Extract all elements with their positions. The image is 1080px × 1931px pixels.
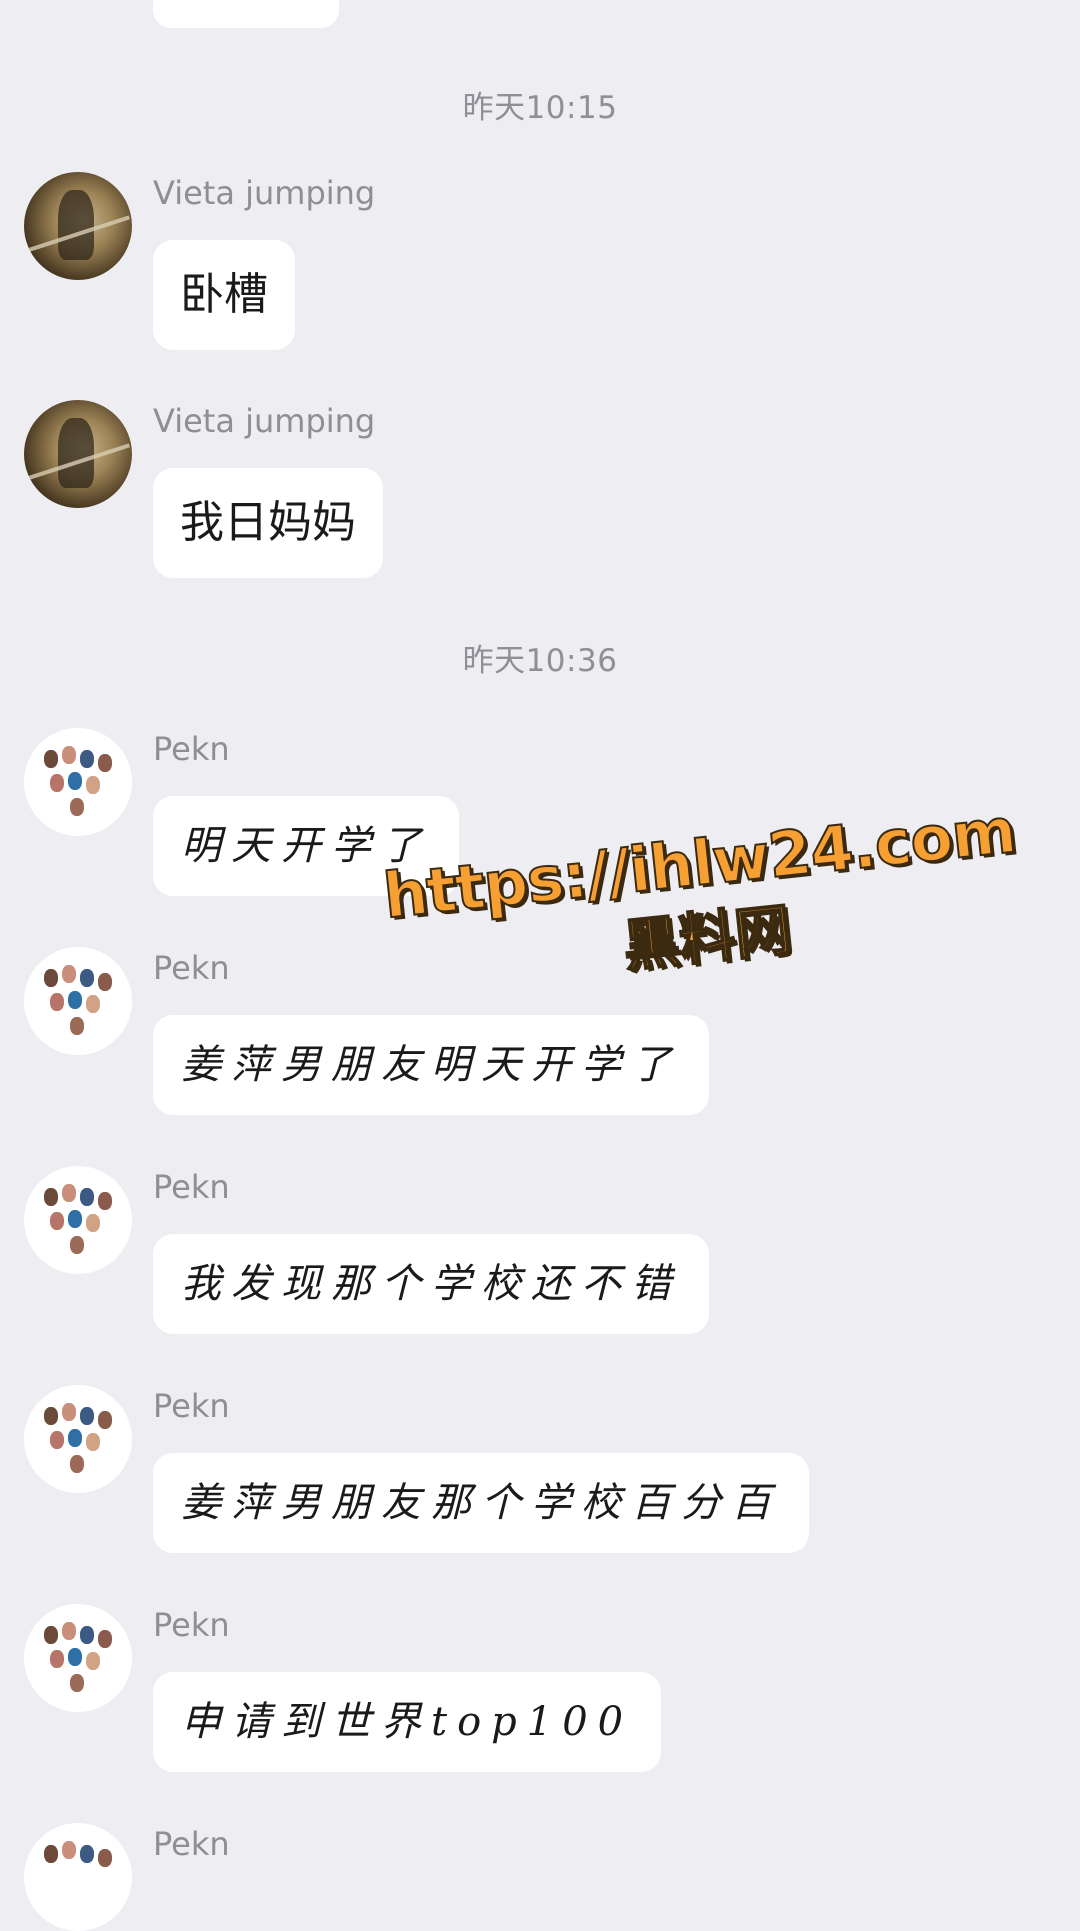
sender-name: Vieta jumping — [153, 402, 376, 440]
avatar[interactable] — [24, 400, 132, 508]
sender-name: Pekn — [153, 949, 230, 987]
sender-name: Pekn — [153, 1825, 230, 1863]
message-bubble[interactable]: 申请到世界top100 — [153, 1672, 662, 1772]
previous-message-bubble[interactable] — [153, 0, 339, 28]
sender-name: Pekn — [153, 730, 230, 768]
avatar[interactable] — [24, 1385, 132, 1493]
message-bubble[interactable]: 卧槽 — [153, 240, 295, 350]
avatar[interactable] — [24, 172, 132, 280]
watermark-url: https://ihlw24.com — [379, 793, 1020, 934]
chat-history[interactable]: 昨天10:15 Vieta jumping 卧槽 Vieta jumping 我… — [0, 0, 1080, 1931]
avatar[interactable] — [24, 947, 132, 1055]
timestamp-divider: 昨天10:15 — [462, 90, 618, 126]
watermark-label: 黑料网 — [619, 897, 795, 981]
avatar[interactable] — [24, 1604, 132, 1712]
message-bubble[interactable]: 姜萍男朋友那个学校百分百 — [153, 1453, 809, 1553]
avatar[interactable] — [24, 1823, 132, 1931]
sender-name: Vieta jumping — [153, 174, 376, 212]
sender-name: Pekn — [153, 1168, 230, 1206]
sender-name: Pekn — [153, 1387, 230, 1425]
avatar[interactable] — [24, 1166, 132, 1274]
avatar[interactable] — [24, 728, 132, 836]
sender-name: Pekn — [153, 1606, 230, 1644]
message-bubble[interactable]: 我发现那个学校还不错 — [153, 1234, 709, 1334]
message-bubble[interactable]: 我日妈妈 — [153, 468, 383, 578]
message-bubble[interactable]: 姜萍男朋友明天开学了 — [153, 1015, 709, 1115]
timestamp-divider: 昨天10:36 — [462, 643, 618, 679]
watermark: https://ihlw24.com 黑料网 — [379, 793, 1026, 1008]
message-bubble[interactable]: 明天开学了 — [153, 796, 459, 896]
